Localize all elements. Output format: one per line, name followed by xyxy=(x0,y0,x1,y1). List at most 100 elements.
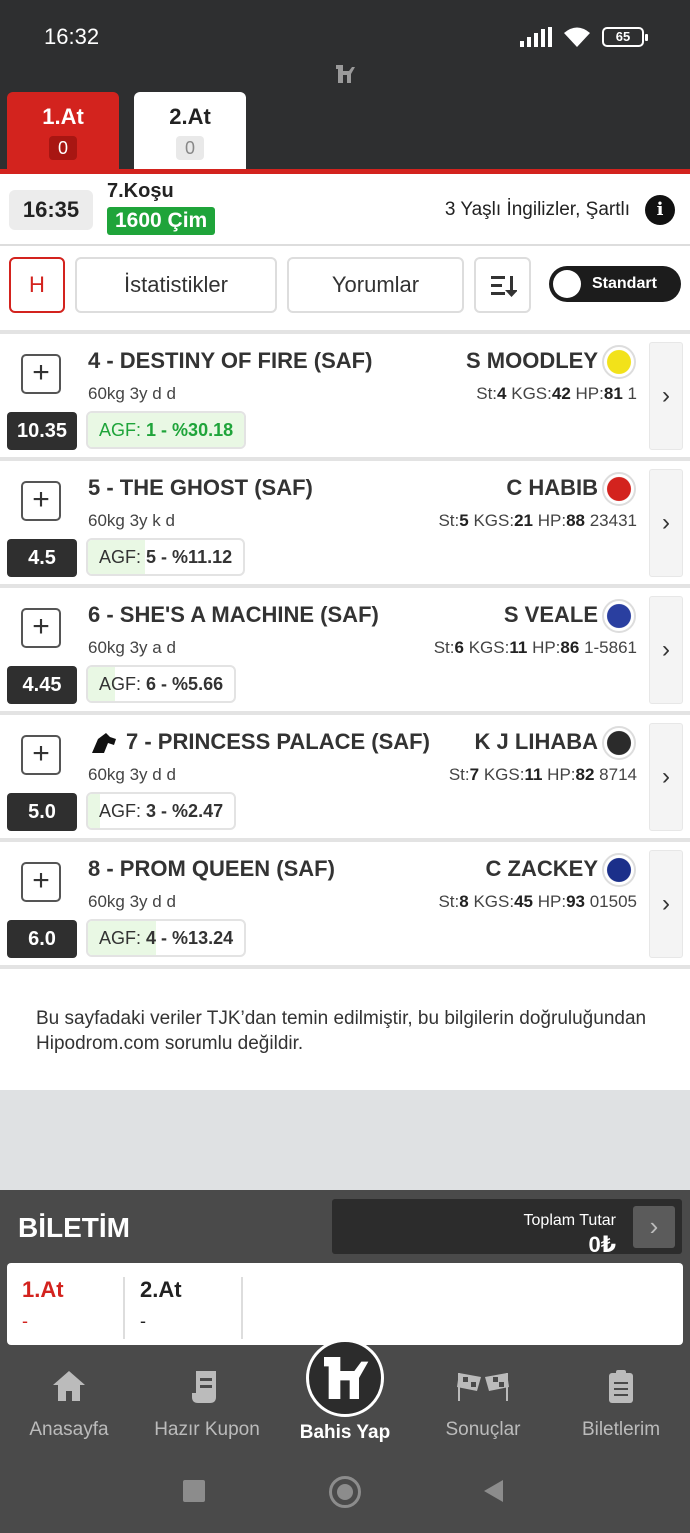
jockey-silk-icon xyxy=(602,853,636,887)
horse-name[interactable]: 5 - THE GHOST (SAF) xyxy=(88,475,313,501)
add-to-ticket-button[interactable]: + xyxy=(21,735,61,775)
horse-row[interactable]: +10.35 4 - DESTINY OF FIRE (SAF) 60kg 3y d… xyxy=(0,334,690,461)
nav-label: Bahis Yap xyxy=(299,1422,391,1443)
checkered-flags-icon xyxy=(457,1373,509,1401)
nav-bahis-yap[interactable]: Bahis Yap xyxy=(276,1339,414,1458)
horse-name[interactable]: 7 - PRINCESS PALACE (SAF) xyxy=(126,729,430,755)
jockey-name[interactable]: S MOODLEY xyxy=(466,348,598,374)
odds-badge[interactable]: 6.0 xyxy=(7,920,77,958)
chevron-right-icon[interactable]: › xyxy=(649,723,683,831)
odds-badge[interactable]: 5.0 xyxy=(7,793,77,831)
kgs-label: KGS: xyxy=(473,892,515,911)
total-value: 0₺ xyxy=(588,1232,616,1257)
st-value: 7 xyxy=(469,765,480,784)
agf-label: AGF: xyxy=(99,547,142,567)
kgs-value: 42 xyxy=(551,384,571,403)
hp-value: 93 xyxy=(566,892,585,911)
recents-icon[interactable] xyxy=(183,1480,205,1502)
coupon-icon xyxy=(192,1371,216,1403)
agf-label: AGF: xyxy=(99,928,142,948)
tab-1-at[interactable]: 1.At 0 xyxy=(7,92,119,169)
agf-rank: 5 xyxy=(146,547,157,567)
odds-badge[interactable]: 4.45 xyxy=(7,666,77,704)
chevron-right-icon[interactable]: › xyxy=(649,469,683,577)
agf-badge: AGF: 3 - %2.47 xyxy=(86,792,237,830)
horse-info: 60kg 3y d d xyxy=(88,892,176,911)
ticket-column-1[interactable]: 1.At - xyxy=(7,1277,125,1339)
form-value: 8714 xyxy=(599,765,637,784)
hipodrom-logo-icon xyxy=(336,65,355,83)
ticket-column-2[interactable]: 2.At - xyxy=(125,1277,243,1339)
kgs-label: KGS: xyxy=(468,638,510,657)
horse-name[interactable]: 4 - DESTINY OF FIRE (SAF) xyxy=(88,348,372,374)
jockey-silk-icon xyxy=(602,472,636,506)
jockey-name[interactable]: K J LIHABA xyxy=(475,729,598,755)
total-amount-box[interactable]: Toplam Tutar 0₺ › xyxy=(332,1199,682,1257)
nav-label: Biletlerim xyxy=(581,1419,661,1440)
kgs-value: 11 xyxy=(509,638,528,657)
agf-separator: - xyxy=(156,547,173,567)
back-icon[interactable] xyxy=(484,1480,503,1502)
toggle-knob xyxy=(553,270,581,298)
horse-name[interactable]: 6 - SHE'S A MACHINE (SAF) xyxy=(88,602,379,628)
tab-2-at[interactable]: 2.At 0 xyxy=(134,92,246,169)
disclaimer-text: Bu sayfadaki veriler TJK’dan temin edilm… xyxy=(0,970,690,1090)
agf-separator: - xyxy=(156,801,173,821)
horse-stats: St:5 KGS:21 HP:88 23431 xyxy=(438,511,637,531)
horse-row[interactable]: +6.0 8 - PROM QUEEN (SAF) 60kg 3y d d AGF: … xyxy=(0,842,690,969)
comments-button[interactable]: Yorumlar xyxy=(287,257,464,313)
hp-label: HP: xyxy=(537,892,567,911)
chevron-right-icon[interactable]: › xyxy=(649,342,683,450)
nav-anasayfa[interactable]: Anasayfa xyxy=(0,1353,138,1458)
add-to-ticket-button[interactable]: + xyxy=(21,608,61,648)
jockey-name[interactable]: S VEALE xyxy=(504,602,598,628)
status-icons: 65 xyxy=(520,26,648,48)
home-button-icon[interactable] xyxy=(329,1476,361,1508)
chevron-right-icon[interactable]: › xyxy=(633,1206,675,1248)
kgs-value: 11 xyxy=(524,765,543,784)
horse-row[interactable]: +4.45 6 - SHE'S A MACHINE (SAF) 60kg 3y a … xyxy=(0,588,690,715)
nav-sonuclar[interactable]: Sonuçlar xyxy=(414,1353,552,1458)
horse-name[interactable]: 8 - PROM QUEEN (SAF) xyxy=(88,856,335,882)
wifi-icon xyxy=(564,27,590,47)
standart-toggle[interactable]: Standart xyxy=(549,266,681,302)
add-to-ticket-button[interactable]: + xyxy=(21,862,61,902)
jockey-name[interactable]: C ZACKEY xyxy=(486,856,598,882)
nav-biletlerim[interactable]: Biletlerim xyxy=(552,1353,690,1458)
jockey-name[interactable]: C HABIB xyxy=(506,475,598,501)
form-value: 23431 xyxy=(589,511,637,530)
horse-stats: St:7 KGS:11 HP:82 8714 xyxy=(449,765,637,785)
horse-row[interactable]: +4.5 5 - THE GHOST (SAF) 60kg 3y k d AGF: 5… xyxy=(0,461,690,588)
hp-label: HP: xyxy=(537,511,567,530)
ticket-title: BİLETİM xyxy=(18,1212,130,1243)
agf-badge: AGF: 5 - %11.12 xyxy=(86,538,246,576)
sort-button[interactable] xyxy=(474,257,531,313)
form-value: 1-5861 xyxy=(584,638,637,657)
toolbar: H İstatistikler Yorumlar Standart xyxy=(0,246,690,334)
nav-hazir-kupon[interactable]: Hazır Kupon xyxy=(138,1353,276,1458)
hp-label: HP: xyxy=(547,765,576,784)
horse-head-icon xyxy=(92,733,116,753)
add-to-ticket-button[interactable]: + xyxy=(21,354,61,394)
agf-rank: 1 xyxy=(146,420,157,440)
chevron-right-icon[interactable]: › xyxy=(649,850,683,958)
home-icon xyxy=(53,1371,85,1401)
kgs-value: 45 xyxy=(514,892,533,911)
android-nav-bar xyxy=(0,1458,690,1533)
hp-value: 86 xyxy=(560,638,580,657)
h-button[interactable]: H xyxy=(9,257,65,313)
agf-separator: - xyxy=(156,928,173,948)
st-value: 6 xyxy=(454,638,464,657)
chevron-right-icon[interactable]: › xyxy=(649,596,683,704)
nav-label: Hazır Kupon xyxy=(154,1419,260,1440)
bahis-yap-circle xyxy=(306,1339,384,1417)
odds-badge[interactable]: 4.5 xyxy=(7,539,77,577)
horse-stats: St:4 KGS:42 HP:81 1 xyxy=(476,384,637,404)
odds-badge[interactable]: 10.35 xyxy=(7,412,77,450)
statistics-button[interactable]: İstatistikler xyxy=(75,257,277,313)
info-icon[interactable]: i xyxy=(645,195,675,225)
horse-row[interactable]: +5.0 7 - PRINCESS PALACE (SAF) 60kg 3y d d… xyxy=(0,715,690,842)
tab-count: 0 xyxy=(49,136,77,160)
add-to-ticket-button[interactable]: + xyxy=(21,481,61,521)
kgs-label: KGS: xyxy=(473,511,515,530)
